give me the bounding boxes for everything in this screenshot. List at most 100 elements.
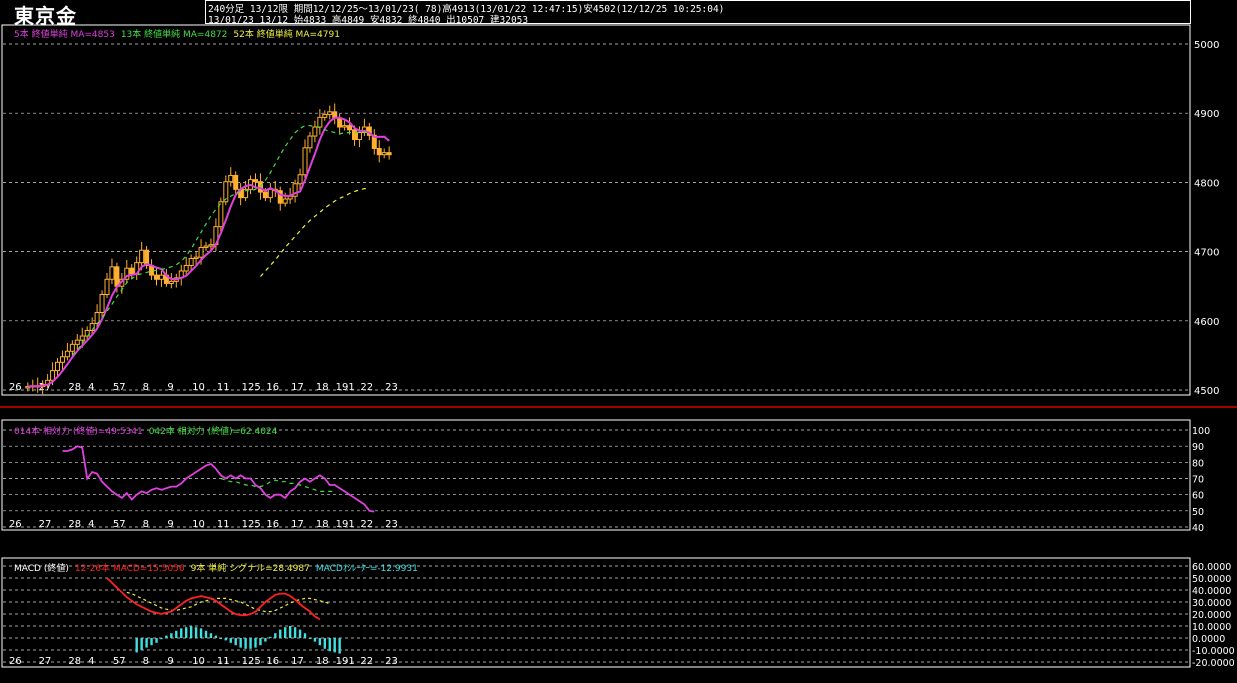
candle-body <box>193 256 199 260</box>
candle-body <box>342 125 348 128</box>
candle-body <box>50 370 56 381</box>
y-tick-label: 70 <box>1192 475 1204 486</box>
x-tick-label: 23 <box>385 656 398 667</box>
oscillator-bar <box>170 633 173 638</box>
macd-legend: MACD (終値) 12-26本 MACD=15.5056 9本 単純 シグナル=2… <box>14 561 424 574</box>
candle-body <box>64 350 70 358</box>
x-tick-label: 16 <box>266 382 279 393</box>
x-tick-label: 11 <box>217 656 230 667</box>
oscillator-bar <box>194 627 198 638</box>
x-tick-label: 11 <box>217 519 230 530</box>
oscillator-bar <box>298 629 302 638</box>
legend-entry: 9本 単純 シグナル=28.4987 <box>190 564 310 574</box>
candle-body <box>99 294 105 313</box>
oscillator-bar <box>244 638 247 649</box>
x-tick-label: 10 <box>192 656 205 667</box>
x-tick-label: 28 <box>68 656 81 667</box>
macd-line <box>106 577 321 621</box>
candle-body <box>114 266 120 287</box>
legend-entry: 5本 終値単純 MA=4853 <box>14 30 115 40</box>
y-tick-label: 4700 <box>1194 248 1219 259</box>
x-tick-label: 28 <box>68 519 81 530</box>
ma52-line <box>260 188 370 277</box>
x-tick-label: 22 <box>360 519 373 530</box>
candle-body <box>337 117 343 128</box>
legend-entry: 014本 相対力 (終値)=49.5341 <box>14 427 143 437</box>
candle-body <box>109 266 115 280</box>
candle-body <box>352 129 357 140</box>
oscillator-bar <box>185 627 188 638</box>
x-tick-label: 27 <box>39 519 52 530</box>
x-tick-label: 8 <box>143 519 149 530</box>
rsi14-line <box>62 445 375 513</box>
candle-body <box>129 267 135 275</box>
oscillator-bar <box>229 638 232 643</box>
x-tick-label: 191 <box>336 656 355 667</box>
candle-body <box>386 152 392 156</box>
x-tick-label: 10 <box>192 382 205 393</box>
x-tick-label: 57 <box>113 656 126 667</box>
candle-body <box>139 249 145 264</box>
candle-body <box>59 356 65 363</box>
x-tick-label: 17 <box>291 382 304 393</box>
x-tick-label: 8 <box>143 656 149 667</box>
oscillator-bar <box>165 635 168 638</box>
rsi42-line <box>220 477 335 492</box>
y-tick-label: -10.0000 <box>1192 646 1235 657</box>
x-tick-label: 17 <box>291 519 304 530</box>
candle-body <box>317 116 323 128</box>
candle-body <box>307 135 313 149</box>
oscillator-bar <box>239 638 242 648</box>
oscillator-bar <box>199 628 203 638</box>
x-tick-label: 16 <box>266 656 279 667</box>
pane-frame <box>1 557 1191 668</box>
x-tick-label: 18 <box>316 382 329 393</box>
oscillator-bar <box>160 638 163 640</box>
ma13-line <box>71 125 370 356</box>
candle-body <box>55 361 60 372</box>
rsi-legend: 014本 相対力 (終値)=49.5341 042本 相対力 (終値)=62.40… <box>14 424 283 437</box>
oscillator-bar <box>333 638 336 653</box>
oscillator-bar <box>135 638 138 653</box>
oscillator-bar <box>249 638 252 649</box>
oscillator-bar <box>189 626 193 638</box>
oscillator-bar <box>254 638 257 648</box>
x-tick-label: 22 <box>360 382 373 393</box>
legend-entry: MACD (終値) <box>14 564 69 574</box>
oscillator-bar <box>303 633 307 638</box>
candle-body <box>74 339 80 345</box>
oscillator-bar <box>264 638 267 642</box>
y-tick-label: 4600 <box>1194 317 1219 328</box>
x-tick-label: 191 <box>336 519 355 530</box>
candle-body <box>327 111 333 116</box>
candle-body <box>347 125 353 131</box>
oscillator-bar <box>323 638 326 649</box>
candle-body <box>376 147 382 156</box>
candle-body <box>302 147 308 176</box>
y-tick-label: 60.0000 <box>1192 562 1231 573</box>
y-tick-label: 10.0000 <box>1192 622 1231 633</box>
x-tick-label: 16 <box>266 519 279 530</box>
y-tick-label: 40 <box>1192 523 1204 534</box>
candle-body <box>356 132 362 140</box>
x-tick-label: 11 <box>217 382 230 393</box>
y-tick-label: 60 <box>1192 491 1204 502</box>
x-tick-label: 57 <box>113 519 126 530</box>
candle-body <box>79 335 85 341</box>
oscillator-bar <box>214 635 218 638</box>
x-tick-label: 23 <box>385 382 398 393</box>
oscillator-bar <box>288 626 292 638</box>
oscillator-bar <box>279 629 282 638</box>
y-tick-label: 100 <box>1192 426 1210 437</box>
x-tick-label: 22 <box>360 656 373 667</box>
y-tick-label: 5000 <box>1194 40 1219 51</box>
candle-body <box>262 191 268 199</box>
x-tick-label: 18 <box>316 519 329 530</box>
candle-body <box>253 179 258 183</box>
x-tick-label: 9 <box>167 656 173 667</box>
candle-body <box>203 245 209 248</box>
candle-body <box>208 244 214 247</box>
oscillator-bar <box>328 638 331 652</box>
candle-body <box>322 114 328 118</box>
candle-body <box>297 174 303 185</box>
